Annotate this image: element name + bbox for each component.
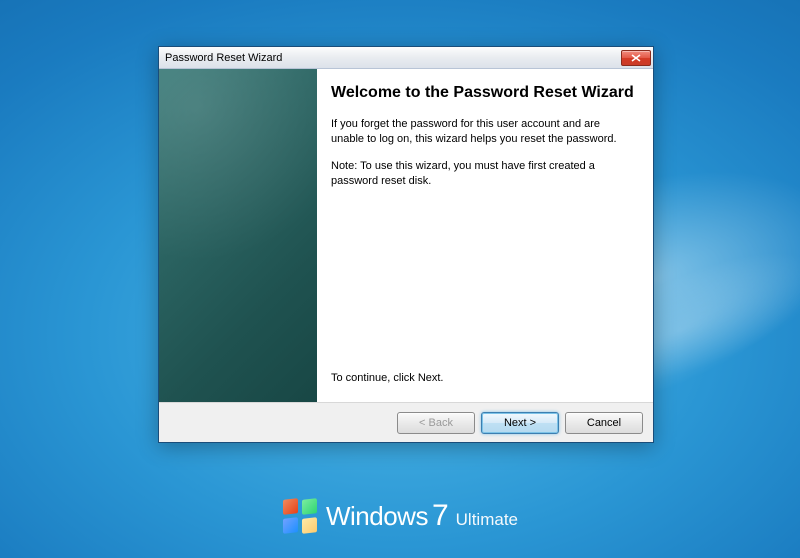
titlebar[interactable]: Password Reset Wizard xyxy=(159,47,653,69)
wizard-description: If you forget the password for this user… xyxy=(331,117,635,147)
wizard-sidebar-graphic xyxy=(159,69,317,402)
windows-branding: Windows 7 Ultimate xyxy=(282,498,518,534)
next-button[interactable]: Next > xyxy=(481,412,559,434)
close-button[interactable] xyxy=(621,50,651,66)
close-icon xyxy=(631,54,641,62)
back-button: < Back xyxy=(397,412,475,434)
windows-logo-icon xyxy=(282,498,318,534)
wizard-continue-hint: To continue, click Next. xyxy=(331,372,635,384)
brand-product: Windows xyxy=(326,501,428,532)
password-reset-wizard-dialog: Password Reset Wizard Welcome to the Pas… xyxy=(158,46,654,443)
dialog-body: Welcome to the Password Reset Wizard If … xyxy=(159,69,653,402)
button-bar: < Back Next > Cancel xyxy=(159,402,653,442)
wizard-note: Note: To use this wizard, you must have … xyxy=(331,159,635,189)
wizard-heading: Welcome to the Password Reset Wizard xyxy=(331,83,635,103)
wizard-content: Welcome to the Password Reset Wizard If … xyxy=(317,69,653,402)
window-title: Password Reset Wizard xyxy=(165,52,621,64)
brand-edition: Ultimate xyxy=(456,510,518,530)
branding-text: Windows 7 Ultimate xyxy=(326,499,518,533)
brand-version: 7 xyxy=(432,499,449,533)
cancel-button[interactable]: Cancel xyxy=(565,412,643,434)
